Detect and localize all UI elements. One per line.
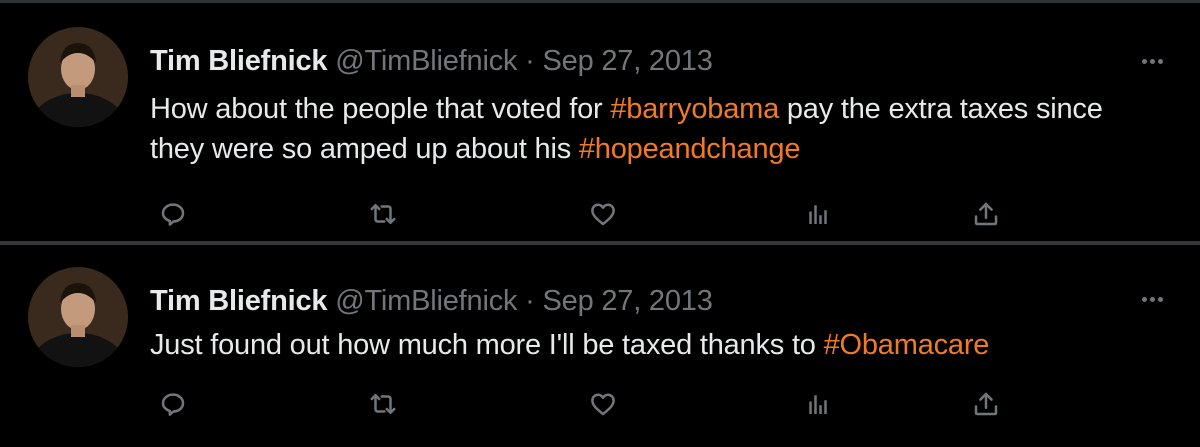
share-icon[interactable] [969,387,1003,421]
author-handle[interactable]: @TimBliefnick [335,45,517,77]
header-dot: · [525,45,535,77]
hashtag-link[interactable]: #Obamacare [824,329,990,361]
reply-icon[interactable] [156,387,190,421]
author-name[interactable]: Tim Bliefnick [150,285,328,317]
tweet-actions [0,387,1200,421]
avatar[interactable] [28,267,128,367]
tweet-actions [0,197,1200,231]
tweet-text-part: Just found out how much more I'll be tax… [150,329,824,361]
views-icon[interactable] [801,197,835,231]
share-icon[interactable] [969,197,1003,231]
views-icon[interactable] [801,387,835,421]
author-name[interactable]: Tim Bliefnick [150,45,328,77]
avatar[interactable] [28,27,128,127]
tweet-header: Tim Bliefnick @TimBliefnick · Sep 27, 20… [150,45,713,78]
tweet-date[interactable]: Sep 27, 2013 [543,285,713,317]
tweet-1[interactable]: Tim Bliefnick @TimBliefnick · Sep 27, 20… [0,3,1200,241]
more-options-icon[interactable] [1138,47,1166,75]
retweet-icon[interactable] [366,197,400,231]
hashtag-link[interactable]: #hopeandchange [579,133,801,165]
tweet-text: Just found out how much more I'll be tax… [150,325,1160,365]
like-icon[interactable] [586,197,620,231]
reply-icon[interactable] [156,197,190,231]
author-handle[interactable]: @TimBliefnick [335,285,517,317]
more-options-icon[interactable] [1138,285,1166,313]
hashtag-link[interactable]: #barryobama [610,93,779,125]
tweet-text: How about the people that voted for #bar… [150,89,1160,169]
tweet-date[interactable]: Sep 27, 2013 [543,45,713,77]
tweet-2[interactable]: Tim Bliefnick @TimBliefnick · Sep 27, 20… [0,245,1200,437]
retweet-icon[interactable] [366,387,400,421]
header-dot: · [525,285,535,317]
tweet-header: Tim Bliefnick @TimBliefnick · Sep 27, 20… [150,285,713,318]
tweet-text-part: How about the people that voted for [150,93,611,125]
like-icon[interactable] [586,387,620,421]
